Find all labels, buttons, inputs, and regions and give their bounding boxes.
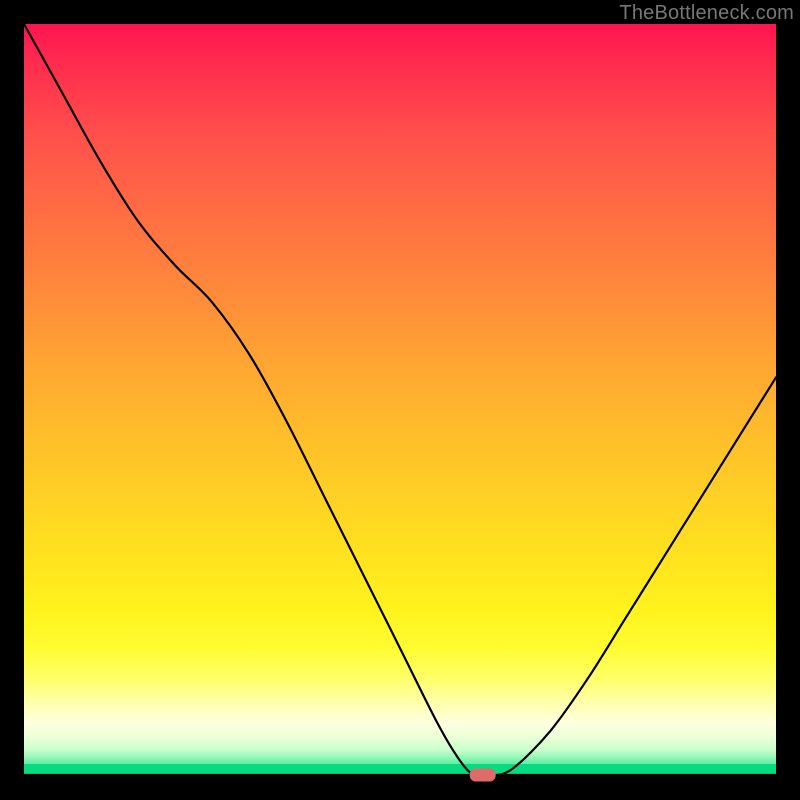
watermark-text: TheBottleneck.com (619, 2, 794, 25)
bottleneck-curve (24, 24, 776, 777)
plot-area (24, 24, 776, 776)
optimum-marker (470, 769, 496, 782)
chart-overlay (24, 24, 776, 776)
